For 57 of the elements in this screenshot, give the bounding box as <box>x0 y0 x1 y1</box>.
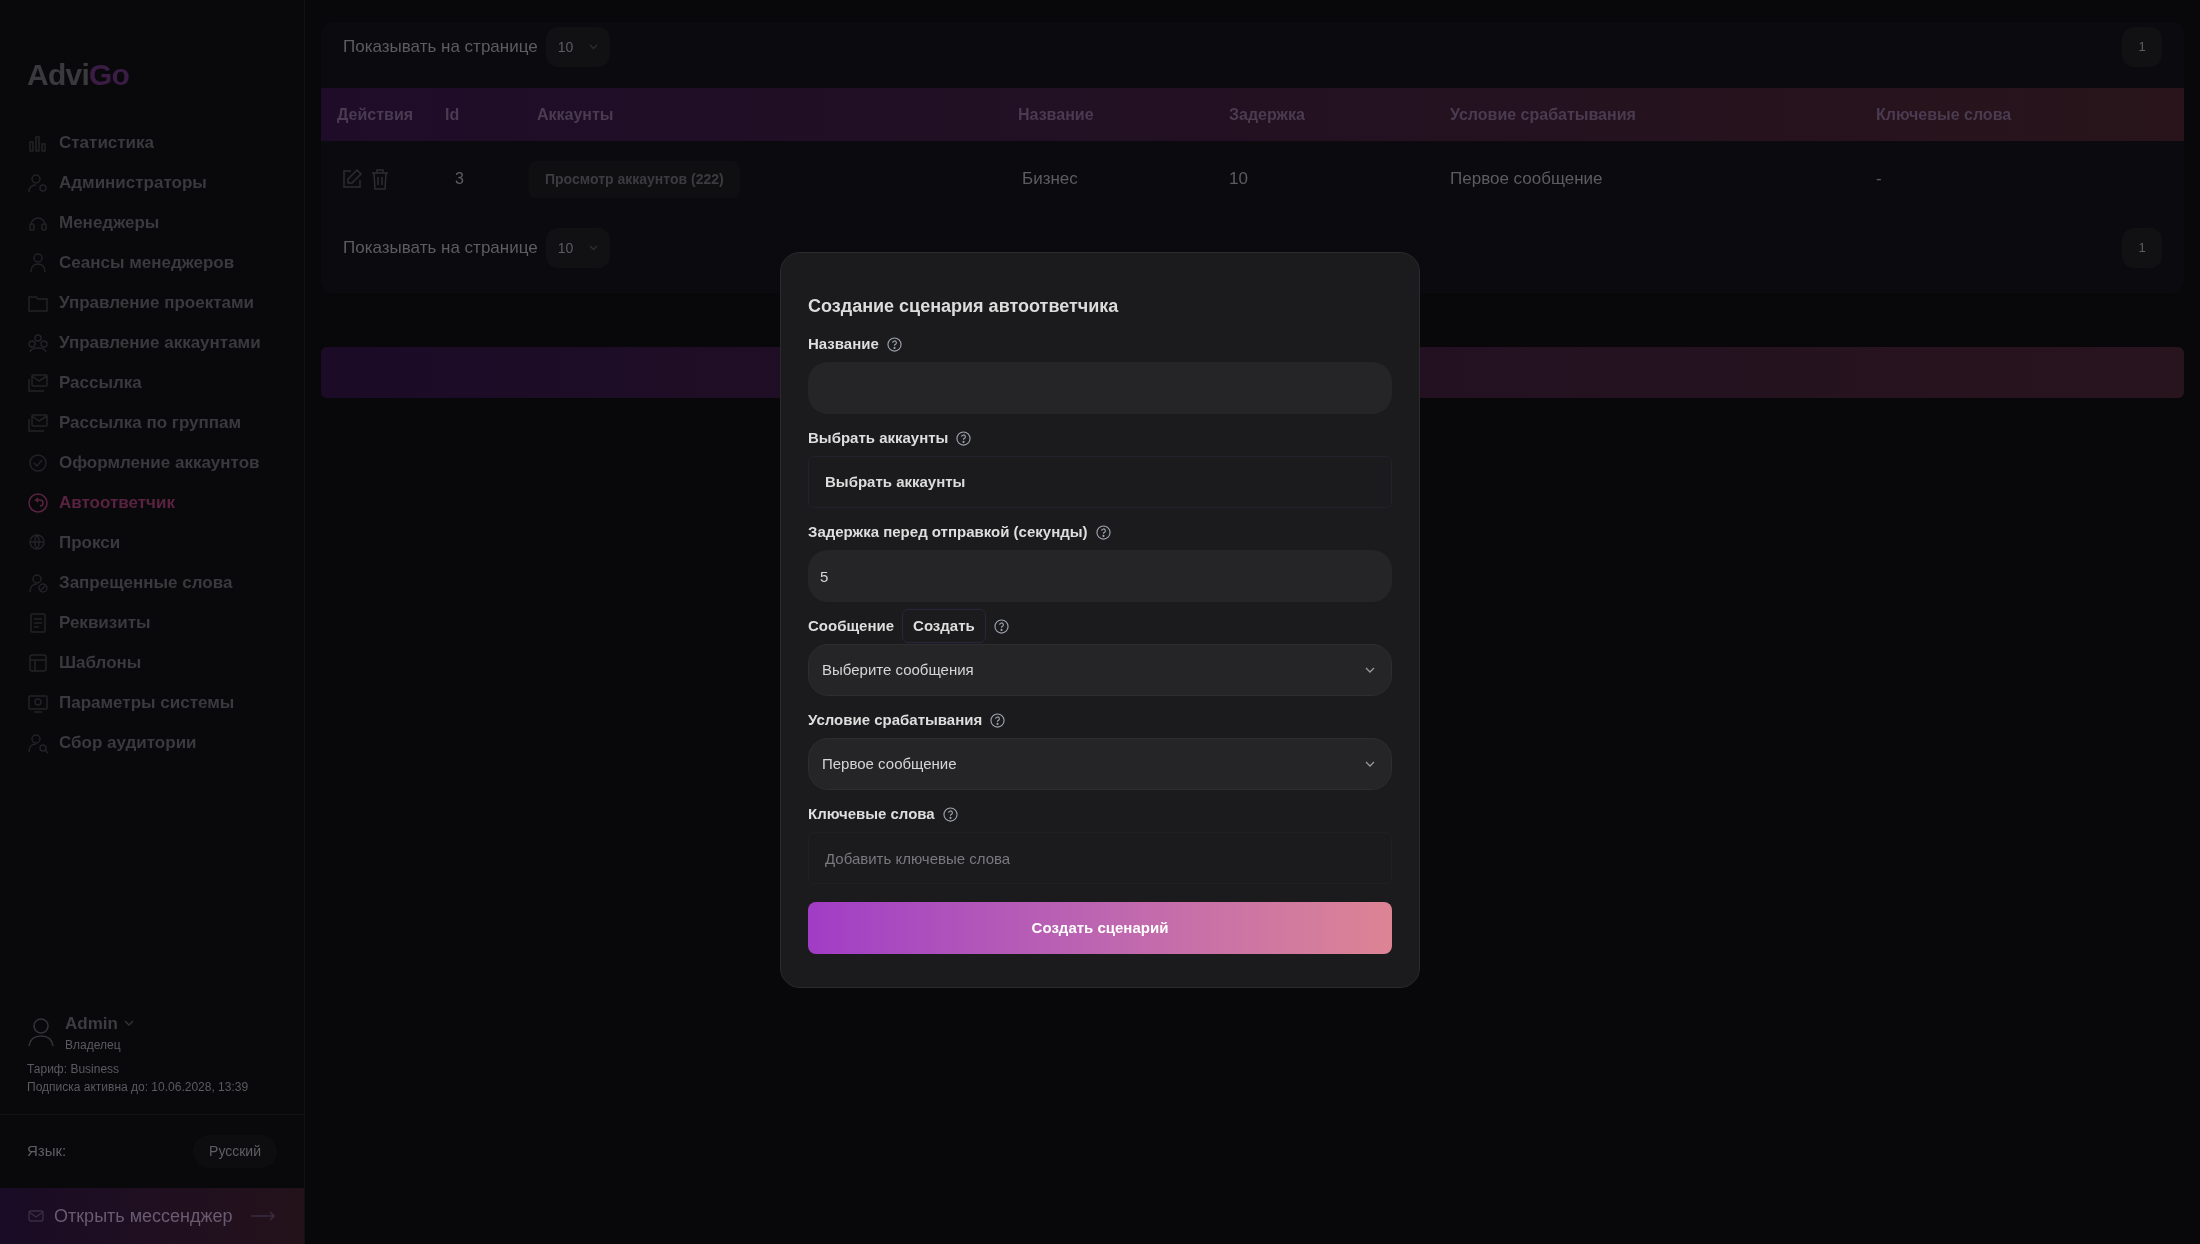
field-label: Условие срабатывания <box>808 709 983 730</box>
mail-icon <box>27 412 49 434</box>
help-icon[interactable] <box>990 712 1006 728</box>
group-icon <box>27 332 49 354</box>
user-role: Владелец <box>65 1037 122 1054</box>
layout-icon <box>27 652 49 674</box>
mail-icon <box>27 372 49 394</box>
language-label: Язык: <box>27 1141 67 1162</box>
field-label: Задержка перед отправкой (секунды) <box>808 521 1088 542</box>
page-button[interactable]: 1 <box>2122 228 2162 268</box>
table-cell-text: 3 <box>454 170 464 187</box>
create-message-button[interactable]: Создать <box>902 609 986 643</box>
mail-icon <box>28 1210 44 1222</box>
help-icon[interactable] <box>1095 524 1111 540</box>
users-icon <box>27 252 49 274</box>
user-gear-icon <box>27 172 49 194</box>
help-icon[interactable] <box>942 806 958 822</box>
sidebar-item[interactable]: Автоответчик <box>59 490 175 516</box>
keywords-field[interactable]: Добавить ключевые слова <box>808 832 1392 884</box>
per-page-select[interactable]: 10 <box>545 228 611 268</box>
table-cell-text: Бизнес <box>1021 169 1078 189</box>
per-page-label: Показывать на странице <box>343 36 538 59</box>
table-cell: - <box>1876 169 1882 189</box>
help-icon[interactable] <box>956 430 972 446</box>
chevron-down-icon <box>589 245 599 251</box>
user-search-icon <box>27 732 49 754</box>
text-field[interactable]: 5 <box>808 550 1392 602</box>
create-scenario-button[interactable]: Создать сценарий <box>808 902 1392 954</box>
chevron-down-icon <box>1365 761 1375 767</box>
field-label: Ключевые слова <box>808 803 935 824</box>
monitor-icon <box>27 692 49 714</box>
subscription-text: Подписка активна до: 10.06.2028, 13:39 <box>27 1079 250 1096</box>
select-field[interactable]: Выберите сообщения <box>808 644 1392 696</box>
per-page-label: Показывать на странице <box>343 237 538 260</box>
tariff-text: Тариф: Business <box>27 1061 121 1078</box>
page-button[interactable]: 1 <box>2122 27 2162 67</box>
reply-chat-icon <box>27 492 49 514</box>
language-select[interactable]: Русский <box>193 1135 277 1168</box>
open-messenger-button[interactable]: Открыть мессенджер <box>0 1188 304 1244</box>
check-circle-icon <box>27 452 49 474</box>
table-cell: Первое сообщение <box>1450 169 1603 189</box>
chevron-down-icon <box>1365 667 1375 673</box>
user-block-icon <box>27 572 49 594</box>
accounts-picker[interactable]: Выбрать аккаунты <box>808 456 1392 508</box>
help-icon[interactable] <box>993 618 1009 634</box>
table-cell: 10 <box>1229 169 1248 189</box>
document-icon <box>27 612 49 634</box>
field-label: Сообщение <box>808 615 895 636</box>
per-page-select[interactable]: 10 <box>545 27 611 67</box>
field-label: Выбрать аккаунты <box>808 427 949 448</box>
arrow-right-icon <box>250 1211 276 1221</box>
user-icon <box>27 1017 55 1048</box>
modal-title: Создание сценария автоответчика <box>808 295 1120 318</box>
help-icon[interactable] <box>886 336 902 352</box>
field-label: Название <box>808 333 879 354</box>
chevron-down-icon <box>589 44 599 50</box>
select-field[interactable]: Первое сообщение <box>808 738 1392 790</box>
